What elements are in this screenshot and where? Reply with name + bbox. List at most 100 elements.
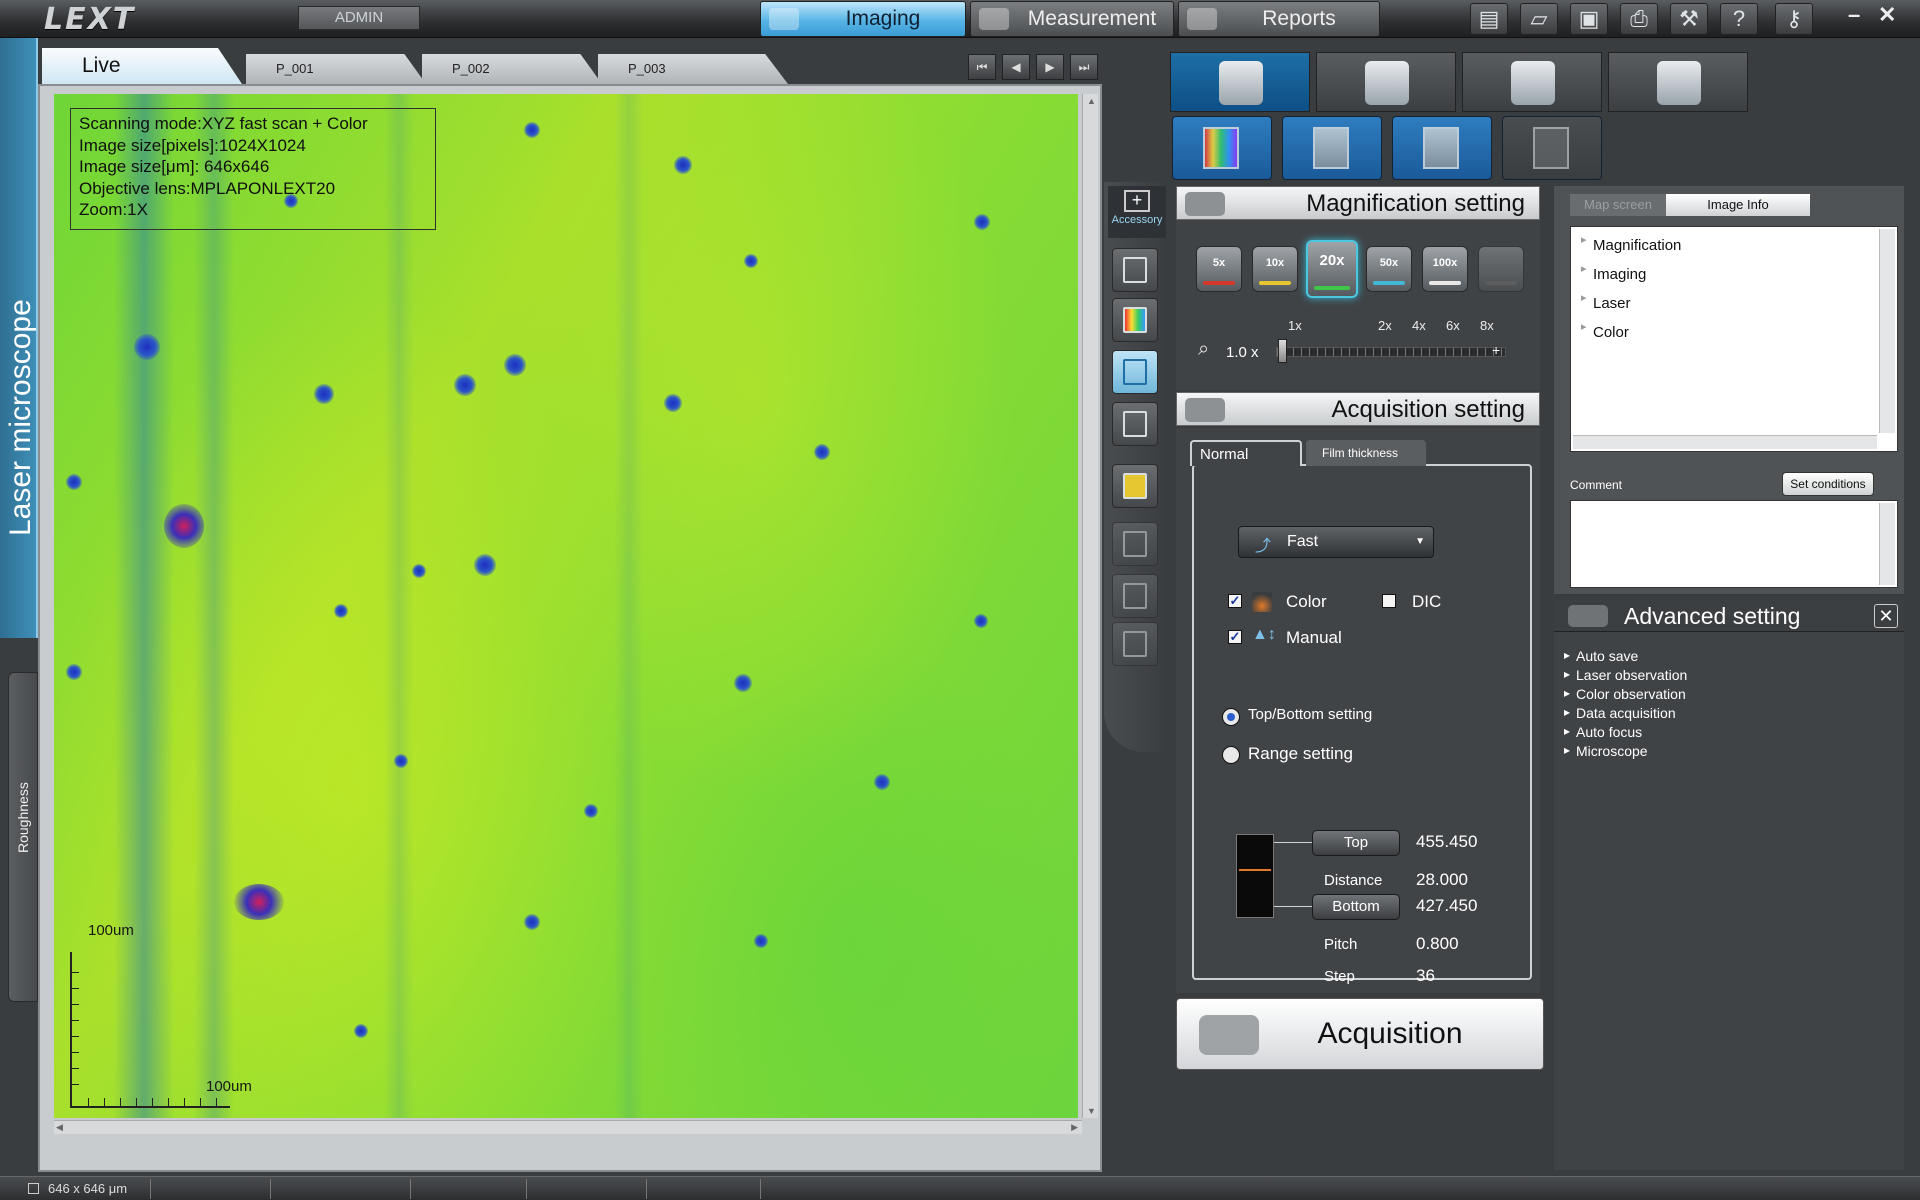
adv-item-auto-save[interactable]: Auto save [1564, 648, 1638, 664]
zoom-slider[interactable] [1276, 347, 1506, 357]
tab-map-screen[interactable]: Map screen [1570, 194, 1666, 216]
tab-film-thickness[interactable]: Film thickness [1306, 440, 1426, 466]
roughness-tab[interactable]: Roughness [8, 672, 38, 1002]
last-image-button[interactable]: ⏭ [1070, 54, 1098, 80]
image-feature [234, 884, 284, 920]
tab-p002[interactable]: P_002 [422, 54, 602, 84]
manual-checkbox[interactable]: ✓ [1228, 630, 1242, 644]
tab-settings-tools[interactable] [1316, 52, 1456, 112]
next-image-button[interactable]: ▶ [1036, 54, 1064, 80]
overlay-tool[interactable] [1112, 574, 1158, 618]
lens-20x[interactable]: 20x [1306, 240, 1358, 298]
tree-horizontal-scrollbar[interactable] [1573, 435, 1877, 449]
color-image-tool[interactable] [1112, 298, 1158, 342]
tab-live[interactable]: Live [42, 48, 242, 84]
height-map-tool[interactable] [1112, 350, 1158, 394]
prev-image-button[interactable]: ◀ [1002, 54, 1030, 80]
adv-item-color-observation[interactable]: Color observation [1564, 686, 1686, 702]
help-icon[interactable]: ? [1720, 3, 1758, 35]
open-folder-icon[interactable]: ▱ [1520, 3, 1558, 35]
magnification-icon [1185, 192, 1225, 216]
edit-icon [1123, 631, 1147, 657]
report-icon[interactable]: ▤ [1470, 3, 1508, 35]
color-checkbox[interactable]: ✓ [1228, 594, 1242, 608]
close-window-button[interactable]: ✕ [1878, 2, 1896, 28]
image-feature [412, 564, 426, 578]
image-stack-tool[interactable] [1112, 464, 1158, 508]
tree-vertical-scrollbar[interactable] [1879, 229, 1895, 433]
mode-tab-imaging[interactable]: Imaging [760, 1, 966, 37]
top-bottom-radio[interactable] [1222, 708, 1240, 726]
tab-stitching[interactable] [1462, 52, 1602, 112]
comment-field[interactable] [1570, 500, 1898, 588]
edit-tool[interactable] [1112, 622, 1158, 666]
laser-mode-icon [1313, 127, 1349, 169]
range-radio[interactable] [1222, 746, 1240, 764]
tab-p001[interactable]: P_001 [246, 54, 426, 84]
tools-icon[interactable]: ⚒ [1670, 3, 1708, 35]
step-value: 36 [1416, 966, 1435, 985]
laser-microscope-tab[interactable]: Laser microscope [0, 38, 38, 638]
laser-mode-button[interactable] [1282, 116, 1382, 180]
live-scan-image[interactable]: Scanning mode:XYZ fast scan + Color Imag… [54, 94, 1078, 1118]
adv-item-microscope[interactable]: Microscope [1564, 743, 1648, 759]
admin-button[interactable]: ADMIN [298, 6, 420, 30]
mode-tab-reports[interactable]: Reports [1178, 1, 1380, 37]
acquisition-button[interactable]: Acquisition [1176, 998, 1544, 1070]
top-value: 455.450 [1416, 832, 1478, 851]
accessory-button[interactable]: + Accessory [1108, 186, 1166, 238]
lens-100x[interactable]: 100x [1422, 246, 1468, 292]
vertical-scrollbar[interactable]: ▲ ▼ [1082, 94, 1098, 1118]
disabled-mode-button[interactable] [1502, 116, 1602, 180]
lens-color-ring [1203, 281, 1235, 285]
lens-50x[interactable]: 50x [1366, 246, 1412, 292]
scan-mode-dropdown[interactable]: ⤴ Fast ▼ [1238, 526, 1434, 558]
magnification-panel: 5x 10x 20x 50x 100x 1x 2x 4x 6x 8x ⌕ 1.0… [1176, 220, 1540, 390]
first-image-button[interactable]: ⏮ [968, 54, 996, 80]
adv-item-laser-observation[interactable]: Laser observation [1564, 667, 1687, 683]
image-feature [354, 1024, 368, 1038]
comment-scrollbar[interactable] [1879, 503, 1895, 585]
lens-color-ring [1485, 281, 1517, 285]
tab-image-info[interactable]: Image Info [1666, 194, 1810, 216]
lens-5x[interactable]: 5x [1196, 246, 1242, 292]
color-mode-button[interactable] [1172, 116, 1272, 180]
save-icon[interactable]: ▣ [1570, 3, 1608, 35]
tab-normal[interactable]: Normal [1190, 440, 1302, 466]
set-conditions-button[interactable]: Set conditions [1782, 472, 1874, 496]
bottom-button[interactable]: Bottom [1312, 894, 1400, 920]
lens-empty-slot[interactable] [1478, 246, 1524, 292]
tab-observation[interactable] [1170, 52, 1310, 112]
top-button[interactable]: Top [1312, 830, 1400, 856]
tree-item-imaging[interactable]: Imaging [1581, 262, 1646, 283]
tree-item-laser[interactable]: Laser [1581, 291, 1630, 312]
dual-mode-button[interactable] [1392, 116, 1492, 180]
tree-item-color[interactable]: Color [1581, 320, 1629, 341]
advanced-setting-header: Advanced setting ✕ [1554, 600, 1904, 632]
info-line: Image size[pixels]:1024X1024 [79, 135, 306, 155]
tree-item-magnification[interactable]: Magnification [1581, 233, 1681, 254]
camera-icon [1185, 398, 1225, 422]
horizontal-scrollbar[interactable]: ◀ ▶ [54, 1120, 1082, 1134]
zoom-tick-6x: 6x [1446, 318, 1460, 333]
laser-image-tool[interactable] [1112, 248, 1158, 292]
fit-view-tool[interactable] [1112, 522, 1158, 566]
key-icon[interactable]: ⚷ [1775, 3, 1813, 35]
print-icon[interactable]: ⎙ [1620, 3, 1658, 35]
accessory-label: Accessory [1111, 214, 1163, 226]
minimize-button[interactable]: – [1848, 2, 1860, 28]
tab-p003[interactable]: P_003 [598, 54, 788, 84]
tab-system[interactable] [1608, 52, 1748, 112]
image-feature [524, 122, 540, 138]
adv-item-data-acquisition[interactable]: Data acquisition [1564, 705, 1676, 721]
adv-item-auto-focus[interactable]: Auto focus [1564, 724, 1642, 740]
3d-view-tool[interactable] [1112, 402, 1158, 446]
lens-10x[interactable]: 10x [1252, 246, 1298, 292]
close-icon[interactable]: ✕ [1874, 604, 1898, 628]
dic-checkbox[interactable] [1382, 594, 1396, 608]
vertical-scale-label: 100um [88, 922, 134, 939]
advanced-setting-title: Advanced setting [1624, 603, 1801, 629]
zoom-slider-thumb[interactable] [1278, 339, 1287, 363]
zoom-plus-button[interactable]: + [1492, 342, 1500, 358]
mode-tab-measurement[interactable]: Measurement [970, 1, 1174, 37]
